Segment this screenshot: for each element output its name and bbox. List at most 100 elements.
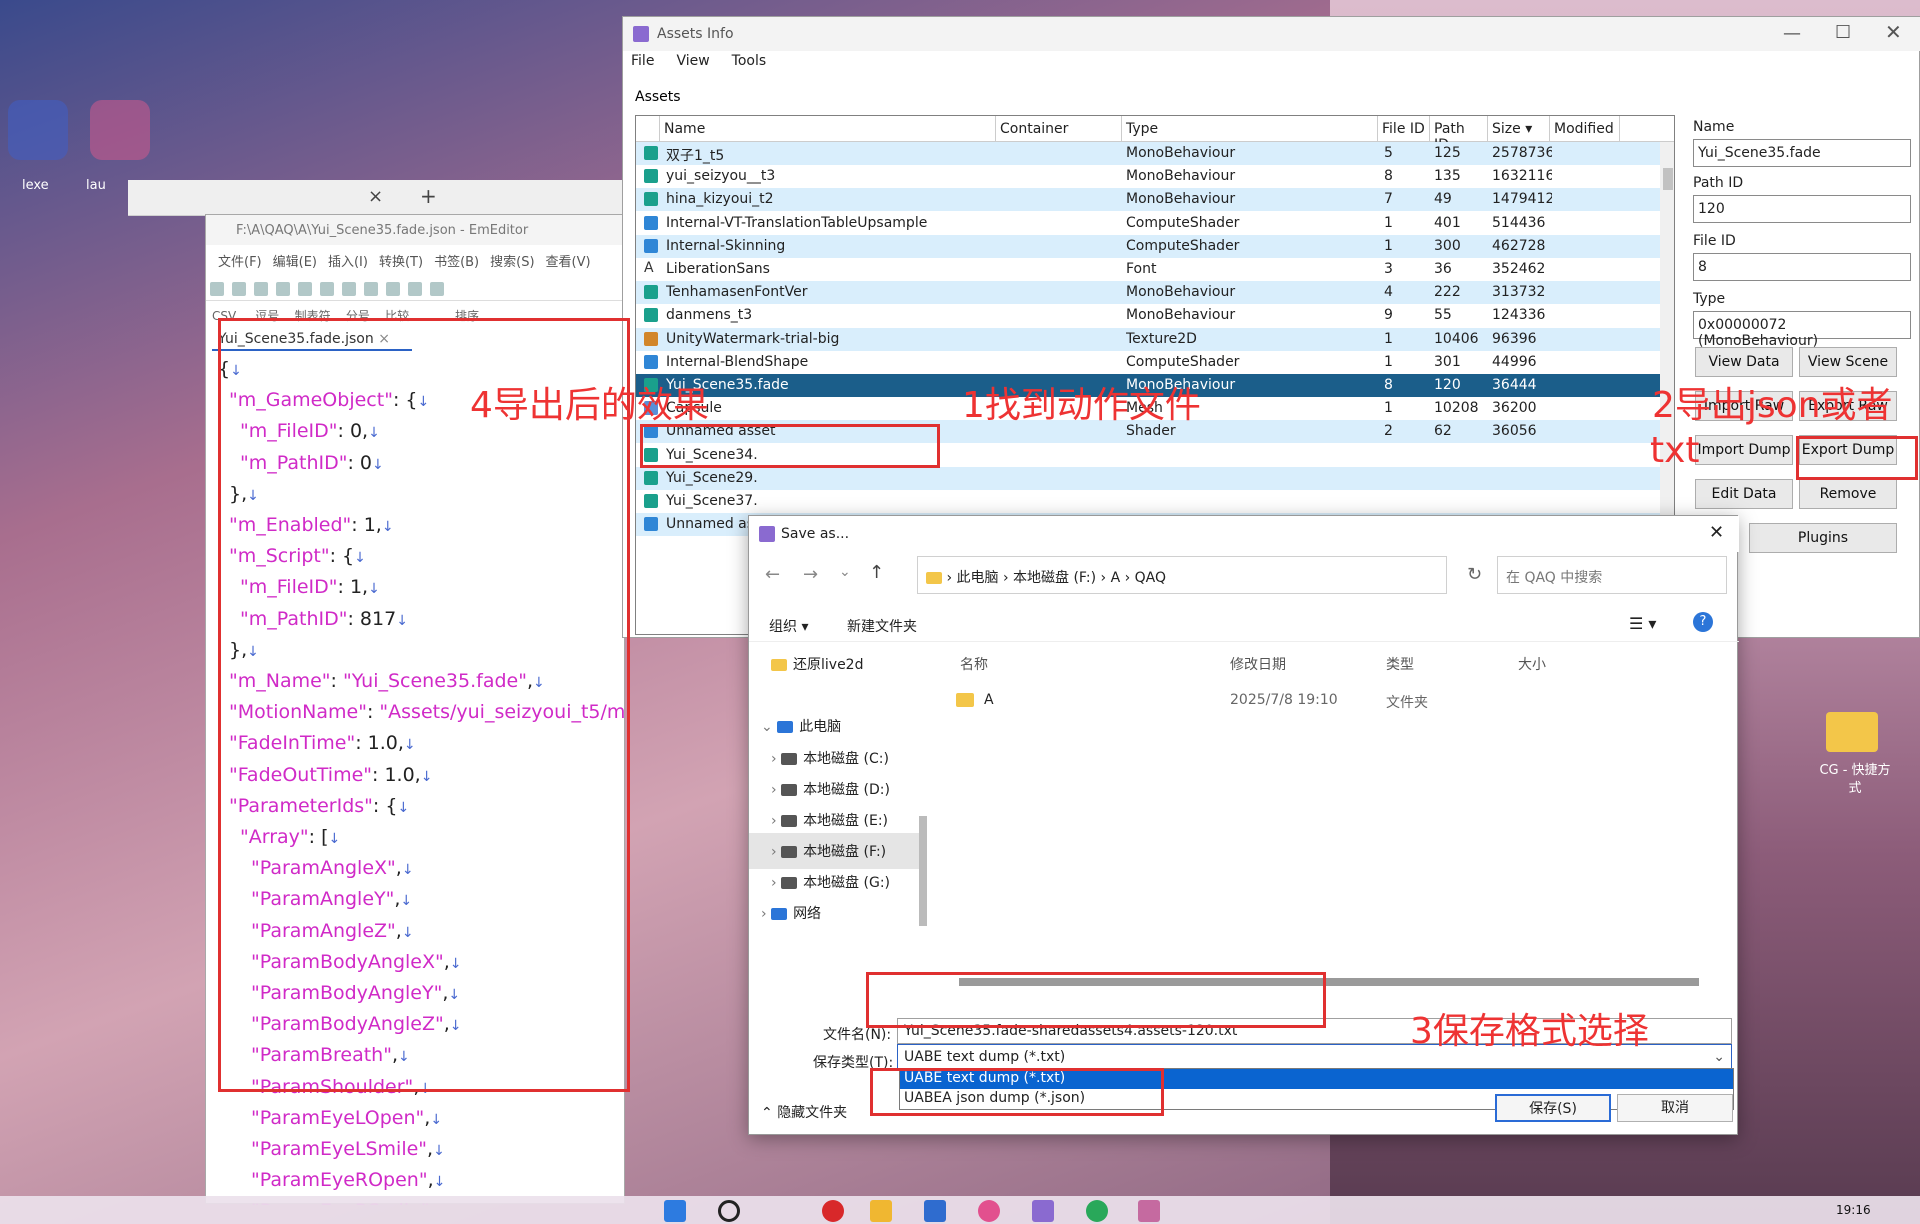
new-tab-icon[interactable]: + (420, 184, 437, 208)
menu-item[interactable]: 转换(T) (379, 251, 423, 270)
search-icon[interactable] (718, 1200, 740, 1222)
forward-arrow-icon[interactable]: → (803, 564, 818, 585)
column-header[interactable]: Size ▾ (1488, 116, 1550, 142)
app-icon[interactable] (1032, 1200, 1054, 1222)
help-icon[interactable]: ? (1693, 612, 1713, 632)
cut-icon[interactable] (342, 282, 356, 296)
desktop-app-icon[interactable] (90, 100, 150, 160)
table-row[interactable]: Yui_Scene37. (636, 490, 1666, 513)
preview-icon[interactable] (320, 282, 334, 296)
menu-item[interactable]: 文件(F) (218, 251, 262, 270)
table-row[interactable]: Internal-BlendShape ComputeShader 1 301 4499… (636, 351, 1666, 374)
table-row[interactable]: 双子1_t5 MonoBehaviour 5 125 2578736 (636, 142, 1666, 165)
chevron-down-icon[interactable]: ⌄ (839, 564, 851, 580)
maximize-icon[interactable]: ☐ (1835, 22, 1851, 43)
nav-scrollbar[interactable] (919, 816, 927, 926)
desktop-app-icon[interactable] (8, 100, 68, 160)
column-header[interactable]: 名称 (960, 654, 988, 674)
column-header[interactable]: 修改日期 (1230, 654, 1286, 674)
edit-data-button[interactable]: Edit Data (1695, 479, 1793, 509)
table-row[interactable]: danmens_t3 MonoBehaviour 9 55 124336 (636, 304, 1666, 327)
redo-icon[interactable] (430, 282, 444, 296)
view-options-icon[interactable]: ☰ ▾ (1629, 614, 1656, 633)
chevron-icon[interactable]: › (771, 782, 781, 798)
menu-item[interactable]: File (631, 53, 654, 69)
fileid-field[interactable]: 8 (1693, 253, 1911, 281)
view-scene-button[interactable]: View Scene (1799, 347, 1897, 377)
column-header[interactable]: Type (1122, 116, 1378, 142)
close-icon[interactable]: ✕ (1709, 522, 1724, 543)
chevron-icon[interactable]: › (771, 875, 781, 891)
new-file-icon[interactable] (210, 282, 224, 296)
minimize-icon[interactable]: — (1783, 23, 1801, 44)
name-field[interactable]: Yui_Scene35.fade (1693, 139, 1911, 167)
new-folder-button[interactable]: 新建文件夹 (847, 616, 917, 636)
undo-icon[interactable] (408, 282, 422, 296)
app-icon[interactable] (978, 1200, 1000, 1222)
pathid-field[interactable]: 120 (1693, 195, 1911, 223)
search-input[interactable]: 在 QAQ 中搜索 (1497, 556, 1727, 594)
type-field[interactable]: 0x00000072 (MonoBehaviour) (1693, 311, 1911, 349)
app-icon[interactable] (822, 1200, 844, 1222)
breadcrumb-item[interactable]: 本地磁盘 (F:) (1013, 570, 1096, 586)
chevron-icon[interactable]: › (771, 751, 781, 767)
hide-folders-toggle[interactable]: ⌃ 隐藏文件夹 (761, 1102, 847, 1122)
folder-icon[interactable] (870, 1200, 892, 1222)
menu-item[interactable]: 插入(I) (328, 251, 368, 270)
menu-item[interactable]: 搜索(S) (490, 251, 534, 270)
table-row[interactable]: hina_kizyoui_t2 MonoBehaviour 7 49 1479412 (636, 188, 1666, 212)
chevron-icon[interactable]: › (771, 813, 781, 829)
chevron-icon[interactable]: › (761, 906, 771, 922)
save-icon[interactable] (254, 282, 268, 296)
table-row[interactable]: Internal-VT-TranslationTableUpsample Comp… (636, 212, 1666, 235)
breadcrumb-item[interactable]: QAQ (1135, 570, 1166, 586)
app-icon[interactable] (924, 1200, 946, 1222)
close-icon[interactable]: × (368, 186, 383, 207)
app-icon[interactable] (1086, 1200, 1108, 1222)
column-header[interactable]: Modified (1550, 116, 1620, 142)
breadcrumb-item[interactable]: A (1111, 570, 1121, 586)
file-row[interactable]: A 2025/7/8 19:10 文件夹 (934, 688, 1724, 716)
column-header[interactable]: 类型 (1386, 654, 1414, 674)
menu-item[interactable]: View (676, 53, 709, 69)
table-row[interactable]: A LiberationSans Font 3 36 352462 (636, 258, 1666, 281)
table-row[interactable]: UnityWatermark-trial-big Texture2D 1 10406 9… (636, 327, 1666, 351)
column-header[interactable]: Path ID (1430, 116, 1488, 153)
paste-icon[interactable] (386, 282, 400, 296)
column-header[interactable]: Container (996, 116, 1122, 142)
app-icon[interactable] (1138, 1200, 1160, 1222)
column-header[interactable]: File ID (1378, 116, 1430, 142)
view-data-button[interactable]: View Data (1695, 347, 1793, 377)
save-button[interactable]: 保存(S) (1495, 1094, 1611, 1122)
table-row[interactable]: Internal-Skinning ComputeShader 1 300 462728 (636, 234, 1666, 258)
back-arrow-icon[interactable]: ← (765, 564, 780, 585)
menu-item[interactable]: 书签(B) (434, 251, 479, 270)
menu-item[interactable]: 查看(V) (546, 251, 591, 270)
nav-item[interactable]: 还原live2d (749, 646, 921, 682)
organize-button[interactable]: 组织 ▾ (769, 616, 808, 636)
menu-item[interactable]: Tools (732, 53, 767, 69)
chevron-icon[interactable]: ⌄ (761, 719, 777, 735)
refresh-icon[interactable]: ↻ (1467, 564, 1482, 585)
import-dump-button[interactable]: Import Dump (1695, 435, 1793, 465)
reload-icon[interactable] (276, 282, 290, 296)
copy-icon[interactable] (364, 282, 378, 296)
up-arrow-icon[interactable]: ↑ (869, 562, 884, 583)
close-icon[interactable]: ✕ (1885, 20, 1902, 44)
column-header[interactable]: 大小 (1518, 654, 1546, 674)
column-header[interactable]: Name (660, 116, 996, 142)
table-row[interactable]: yui_seizyou__t3 MonoBehaviour 8 135 1632116 (636, 165, 1666, 188)
cancel-button[interactable]: 取消 (1617, 1094, 1733, 1122)
nav-item[interactable]: › 网络 (749, 895, 921, 931)
open-file-icon[interactable] (232, 282, 246, 296)
nav-item[interactable]: ⌄ 此电脑 (749, 708, 921, 744)
table-row[interactable]: TenhamasenFontVer MonoBehaviour 4 222 313732 (636, 281, 1666, 305)
start-icon[interactable] (664, 1200, 686, 1222)
folder-icon[interactable] (1826, 712, 1878, 752)
address-bar[interactable]: › 此电脑 › 本地磁盘 (F:) › A › QAQ (917, 556, 1447, 594)
remove-button[interactable]: Remove (1799, 479, 1897, 509)
chevron-icon[interactable]: › (771, 844, 781, 860)
print-icon[interactable] (298, 282, 312, 296)
table-row[interactable]: Yui_Scene29. (636, 466, 1666, 490)
breadcrumb-item[interactable]: 此电脑 (957, 570, 999, 586)
